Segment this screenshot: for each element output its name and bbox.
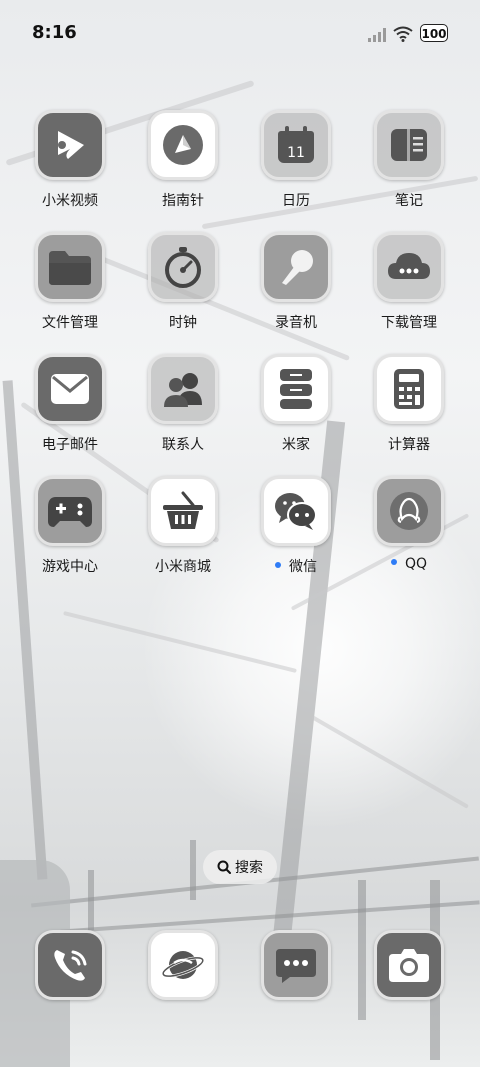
calendar-day-number: 11: [287, 145, 305, 161]
search-label: 搜索: [235, 860, 263, 876]
stopwatch-icon: [148, 232, 218, 302]
status-bar: 8:16 100: [0, 0, 480, 68]
app-mi-store[interactable]: 小米商城: [133, 476, 233, 586]
app-label: 日历: [282, 193, 310, 209]
contacts-icon: [148, 354, 218, 424]
app-contacts[interactable]: 联系人: [133, 354, 233, 464]
app-email[interactable]: 电子邮件: [20, 354, 120, 464]
search-icon: [217, 860, 231, 874]
app-mijia[interactable]: 米家: [246, 354, 346, 464]
app-label: QQ: [359, 556, 459, 572]
notes-icon: [374, 110, 444, 180]
app-label: 小米视频: [42, 193, 98, 209]
app-file-manager[interactable]: 文件管理: [20, 232, 120, 342]
mijia-icon: [261, 354, 331, 424]
gamepad-icon: [35, 476, 105, 546]
app-recorder[interactable]: 录音机: [246, 232, 346, 342]
app-label: 时钟: [169, 315, 197, 331]
compass-icon: [148, 110, 218, 180]
basket-icon: [148, 476, 218, 546]
app-label-text: QQ: [404, 556, 428, 572]
battery-indicator: 100: [420, 24, 448, 42]
dock-messages[interactable]: [246, 930, 346, 1040]
app-label-text: 微信: [289, 559, 317, 575]
app-wechat[interactable]: 微信: [246, 476, 346, 586]
cloud-download-icon: [374, 232, 444, 302]
dock-phone[interactable]: [20, 930, 120, 1040]
app-label: 微信: [246, 556, 346, 576]
app-label: 笔记: [395, 193, 423, 209]
app-compass[interactable]: 指南针: [133, 110, 233, 220]
app-calendar[interactable]: 11 日历: [246, 110, 346, 220]
app-downloads[interactable]: 下载管理: [359, 232, 459, 342]
notification-dot: [390, 559, 397, 565]
search-button[interactable]: 搜索: [203, 850, 277, 884]
app-notes[interactable]: 笔记: [359, 110, 459, 220]
app-label: 录音机: [275, 315, 317, 331]
dock-browser[interactable]: [133, 930, 233, 1040]
wechat-icon: [261, 476, 331, 546]
app-label: 指南针: [162, 193, 204, 209]
signal-icon: [368, 28, 386, 42]
messages-icon: [261, 930, 331, 1000]
notification-dot: [275, 562, 281, 568]
calculator-icon: [374, 354, 444, 424]
folder-icon: [35, 232, 105, 302]
app-qq[interactable]: QQ: [359, 476, 459, 586]
app-label: 游戏中心: [42, 559, 98, 575]
app-label: 文件管理: [42, 315, 98, 331]
calendar-icon: 11: [261, 110, 331, 180]
play-icon: [35, 110, 105, 180]
phone-icon: [35, 930, 105, 1000]
microphone-icon: [261, 232, 331, 302]
app-label: 小米商城: [155, 559, 211, 575]
app-label: 计算器: [388, 437, 430, 453]
app-label: 电子邮件: [42, 437, 98, 453]
wifi-icon: [393, 26, 413, 42]
mail-icon: [35, 354, 105, 424]
app-game-center[interactable]: 游戏中心: [20, 476, 120, 586]
app-label: 联系人: [162, 437, 204, 453]
camera-icon: [374, 930, 444, 1000]
app-clock[interactable]: 时钟: [133, 232, 233, 342]
app-mi-video[interactable]: 小米视频: [20, 110, 120, 220]
browser-planet-icon: [148, 930, 218, 1000]
qq-icon: [374, 476, 444, 546]
app-calculator[interactable]: 计算器: [359, 354, 459, 464]
app-label: 下载管理: [381, 315, 437, 331]
clock-time: 8:16: [32, 22, 77, 43]
dock-camera[interactable]: [359, 930, 459, 1040]
dock: [0, 930, 480, 1010]
app-label: 米家: [282, 437, 310, 453]
